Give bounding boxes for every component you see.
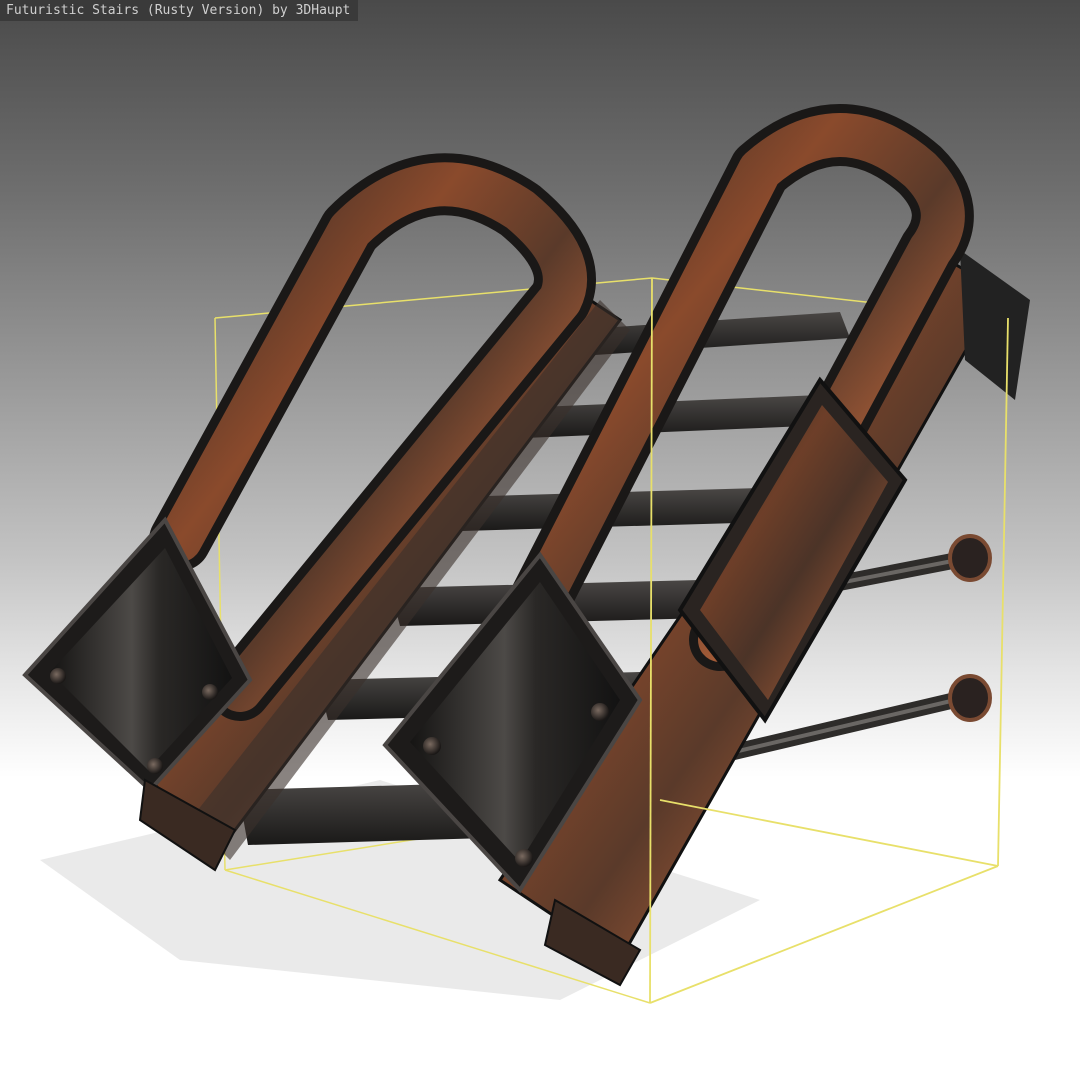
3d-viewport[interactable]: Futuristic Stairs (Rusty Version) by 3DH… [0,0,1080,1080]
viewer-title: Futuristic Stairs (Rusty Version) by 3DH… [0,0,359,21]
stairs-model-render[interactable] [0,0,1080,1080]
